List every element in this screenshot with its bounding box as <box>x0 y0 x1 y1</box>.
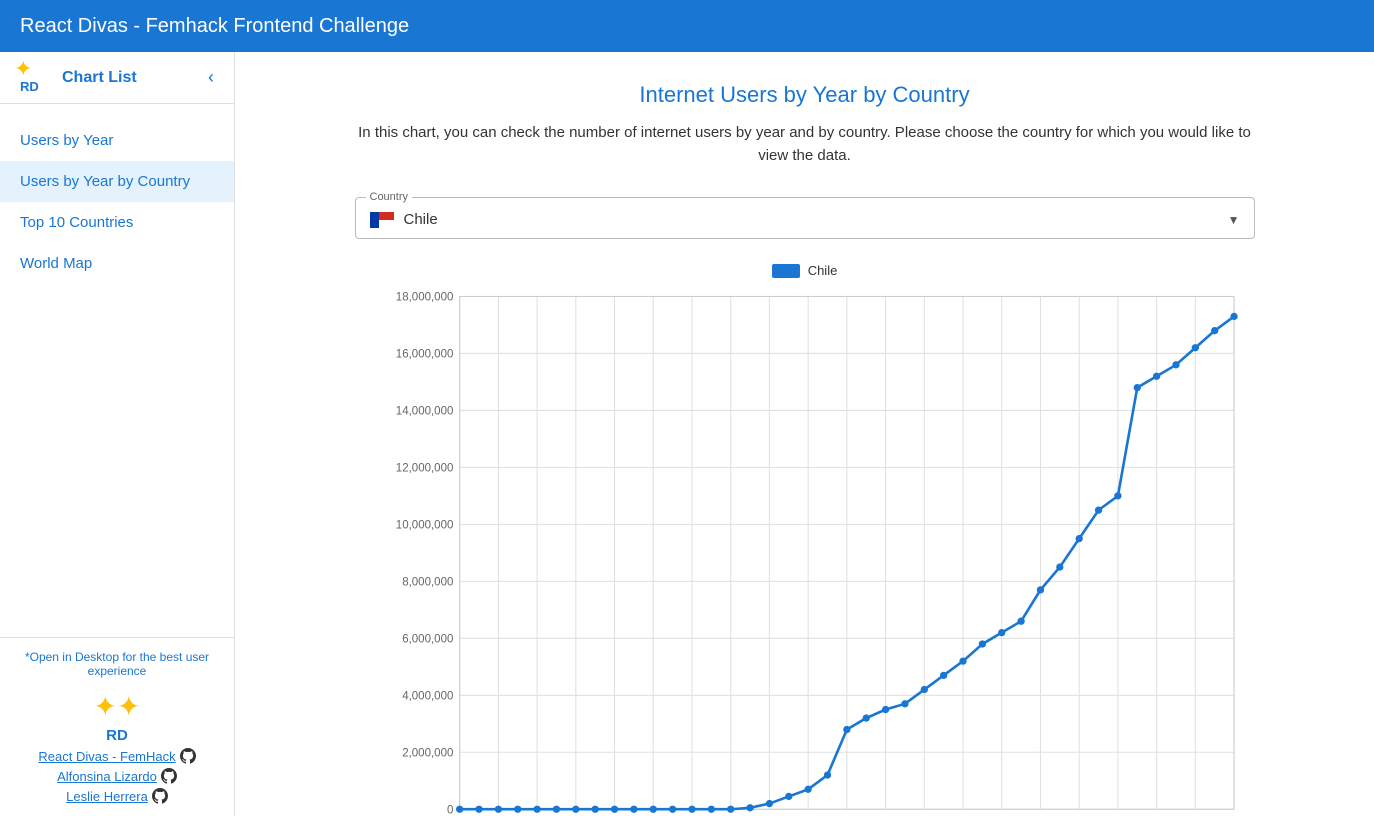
github-icon-0 <box>180 748 196 764</box>
country-selector-wrapper: Country Chile ▼ <box>355 191 1255 239</box>
legend-swatch <box>772 264 800 278</box>
sidebar-item-users-by-year-country[interactable]: Users by Year by Country <box>0 161 234 202</box>
sidebar-title: Chart List <box>62 69 194 87</box>
footer-rd-text: RD <box>106 727 128 744</box>
chart-svg-wrapper: 0 2,000,000 4,000,000 6,000,000 8,000,000 10,… <box>355 286 1255 816</box>
svg-text:12,000,000: 12,000,000 <box>395 463 453 475</box>
svg-text:6,000,000: 6,000,000 <box>402 634 453 646</box>
sidebar: ✦ RD Chart List ‹ Users by Year Users by… <box>0 52 235 816</box>
footer-stars-icon: ✦✦ <box>94 690 141 723</box>
main-content: Internet Users by Year by Country In thi… <box>235 52 1374 816</box>
react-divas-link[interactable]: React Divas - FemHack <box>38 748 195 764</box>
svg-text:10,000,000: 10,000,000 <box>395 520 453 532</box>
svg-text:14,000,000: 14,000,000 <box>395 406 453 418</box>
sidebar-nav: Users by Year Users by Year by Country T… <box>0 104 234 637</box>
github-icon-2 <box>152 788 168 804</box>
svg-text:8,000,000: 8,000,000 <box>402 577 453 589</box>
main-layout: ✦ RD Chart List ‹ Users by Year Users by… <box>0 52 1374 816</box>
svg-text:18,000,000: 18,000,000 <box>395 292 453 304</box>
sidebar-item-world-map[interactable]: World Map <box>0 243 234 284</box>
open-desktop-text[interactable]: *Open in Desktop for the best user exper… <box>16 650 218 678</box>
chart-container: 0 2,000,000 4,000,000 6,000,000 8,000,000 10,… <box>355 286 1255 816</box>
chart-legend: Chile <box>275 263 1334 278</box>
github-icon-1 <box>161 768 177 784</box>
alfonsina-link[interactable]: Alfonsina Lizardo <box>57 768 177 784</box>
svg-text:2,000,000: 2,000,000 <box>402 747 453 759</box>
country-select-trigger[interactable]: Chile ▼ <box>356 203 1254 238</box>
footer-logo: ✦✦ RD React Divas - FemHack Alfonsina Li… <box>16 690 218 804</box>
sidebar-item-top-10-countries[interactable]: Top 10 Countries <box>0 202 234 243</box>
dropdown-arrow-icon: ▼ <box>1228 213 1240 227</box>
page-title: Internet Users by Year by Country <box>275 82 1334 108</box>
app-title: React Divas - Femhack Frontend Challenge <box>20 15 409 38</box>
sidebar-item-users-by-year[interactable]: Users by Year <box>0 120 234 161</box>
app-header: React Divas - Femhack Frontend Challenge <box>0 0 1374 52</box>
svg-text:16,000,000: 16,000,000 <box>395 349 453 361</box>
country-label: Country <box>366 191 413 203</box>
leslie-link[interactable]: Leslie Herrera <box>66 788 168 804</box>
selected-country-name: Chile <box>404 211 1218 228</box>
sidebar-collapse-button[interactable]: ‹ <box>204 63 218 92</box>
country-fieldset: Country Chile ▼ <box>355 191 1255 239</box>
chile-flag-icon <box>370 212 394 228</box>
logo-rd-text: RD <box>20 79 39 94</box>
svg-text:0: 0 <box>446 804 452 816</box>
line-chart: 0 2,000,000 4,000,000 6,000,000 8,000,000 10,… <box>355 286 1255 816</box>
sidebar-header: ✦ RD Chart List ‹ <box>0 52 234 104</box>
sidebar-footer: *Open in Desktop for the best user exper… <box>0 637 234 816</box>
chart-description: In this chart, you can check the number … <box>355 122 1255 167</box>
legend-label: Chile <box>808 263 838 278</box>
svg-text:4,000,000: 4,000,000 <box>402 690 453 702</box>
rd-logo: ✦ RD <box>16 60 52 96</box>
